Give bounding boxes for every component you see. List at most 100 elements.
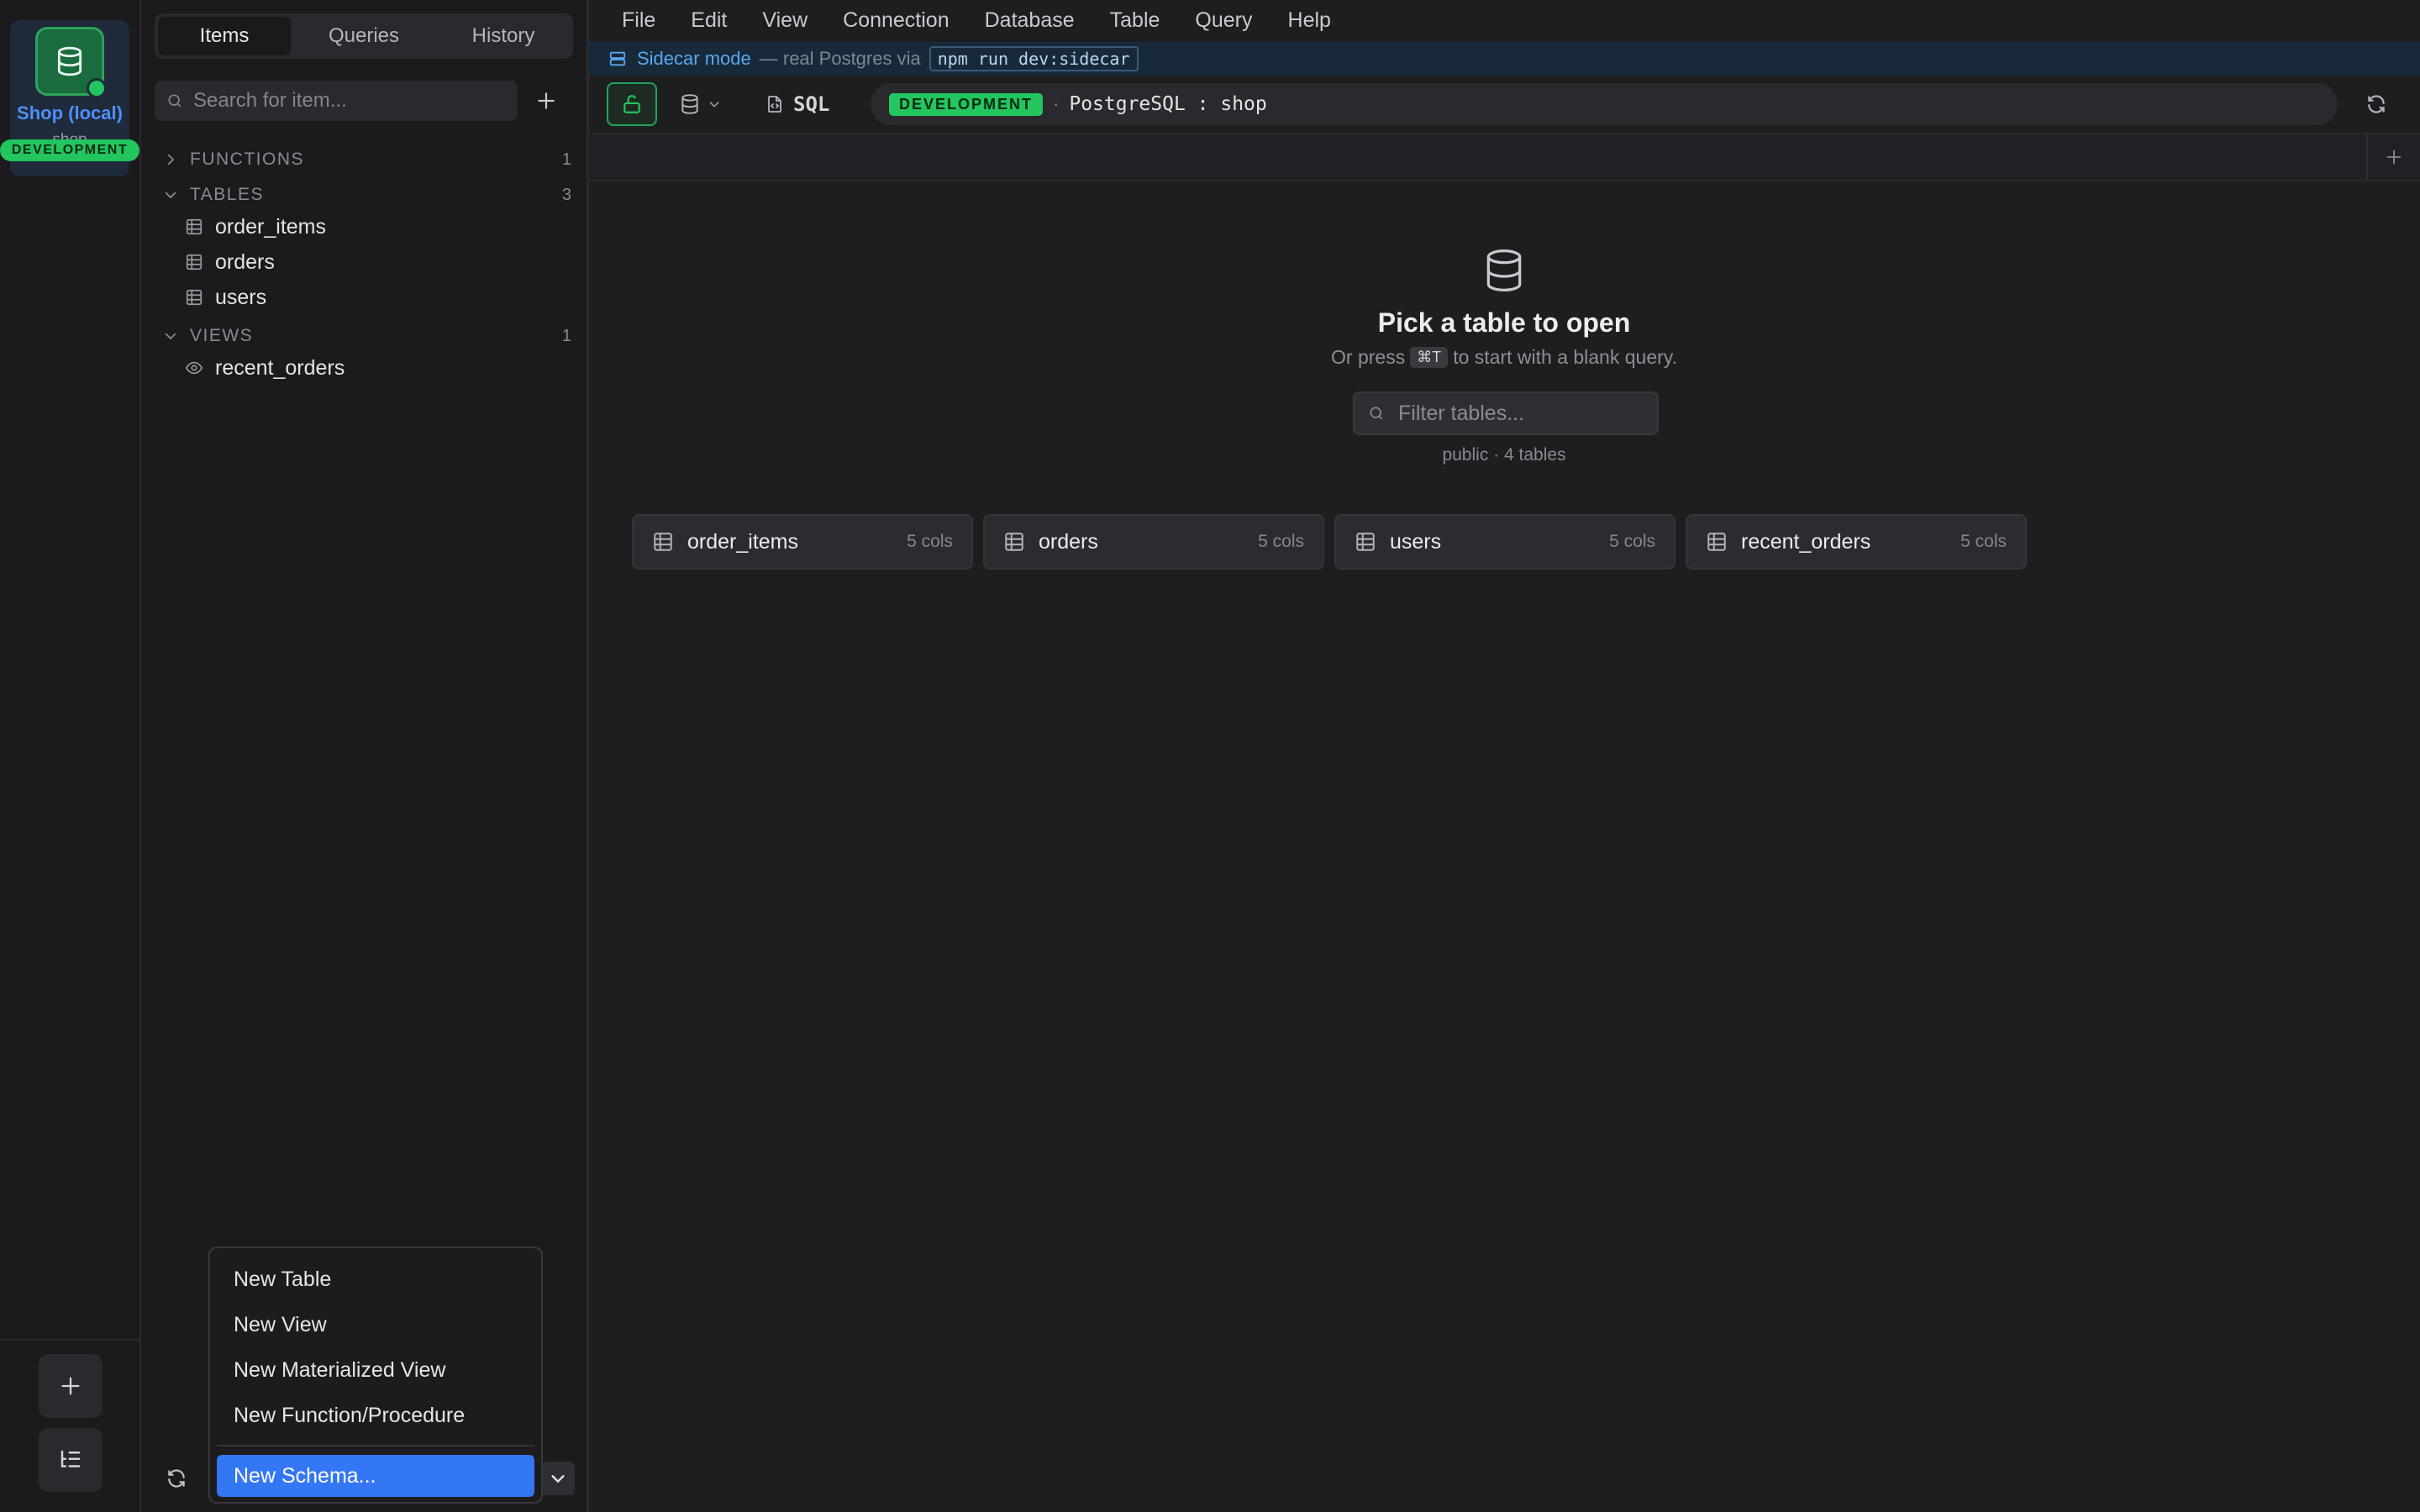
table-card-cols: 5 cols: [1960, 532, 2007, 551]
file-code-icon: [768, 96, 781, 113]
tree-item-view[interactable]: recent_orders: [185, 351, 571, 385]
schema-info: public · 4 tables: [1442, 445, 1566, 465]
tree-item-label: orders: [215, 249, 275, 274]
refresh-icon: [2368, 95, 2385, 113]
menu-edit[interactable]: Edit: [691, 8, 727, 33]
chevron-down-icon: [165, 192, 176, 199]
tree-item-label: order_items: [215, 214, 326, 239]
filter-tables-input[interactable]: [1355, 393, 1657, 433]
connection-rail: Shop (local) shop DEVELOPMENT: [0, 0, 141, 1512]
chevron-down-icon: [709, 102, 719, 108]
plus-icon: [2386, 150, 2402, 165]
add-item-button[interactable]: [529, 84, 563, 118]
group-label: FUNCTIONS: [190, 150, 304, 169]
rail-divider: [0, 1339, 139, 1341]
subtitle-suffix: to start with a blank query.: [1453, 346, 1677, 368]
banner-title: Sidecar mode: [637, 48, 751, 69]
reload-button[interactable]: [2363, 91, 2390, 118]
group-views[interactable]: VIEWS 1: [163, 321, 571, 351]
group-label: VIEWS: [190, 326, 254, 345]
tab-items[interactable]: Items: [158, 17, 291, 55]
group-functions[interactable]: FUNCTIONS 1: [163, 144, 571, 175]
table-icon: [1005, 533, 1023, 551]
connection-string: PostgreSQL : shop: [1069, 93, 1267, 115]
database-icon: [681, 94, 698, 114]
connection-name: Shop (local): [17, 102, 123, 123]
table-icon: [1707, 533, 1726, 551]
table-card[interactable]: users 5 cols: [1334, 514, 1676, 570]
banner-command: npm run dev:sidecar: [929, 46, 1139, 71]
tab-queries[interactable]: Queries: [297, 17, 430, 55]
table-card[interactable]: order_items 5 cols: [632, 514, 973, 570]
menu-item-new-function[interactable]: New Function/Procedure: [217, 1394, 534, 1436]
tree-item-label: recent_orders: [215, 355, 345, 380]
read-only-toggle-button[interactable]: [607, 82, 657, 126]
search-icon: [168, 94, 182, 108]
menu-item-new-view[interactable]: New View: [217, 1304, 534, 1346]
menu-database[interactable]: Database: [985, 8, 1075, 33]
table-card-name: recent_orders: [1741, 529, 1871, 554]
table-icon: [1356, 533, 1375, 551]
table-card-name: orders: [1039, 529, 1098, 554]
table-card-cols: 5 cols: [1609, 532, 1655, 551]
tree-item-table[interactable]: orders: [185, 245, 571, 279]
database-icon: [57, 46, 82, 76]
refresh-icon: [168, 1469, 185, 1488]
sql-editor-button[interactable]: SQL: [765, 86, 829, 123]
table-icon: [186, 254, 203, 270]
server-icon: [609, 51, 626, 66]
environment-badge: DEVELOPMENT: [0, 139, 139, 161]
search-box: [155, 81, 518, 121]
new-tab-button[interactable]: [2366, 134, 2420, 180]
group-tables[interactable]: TABLES 3: [163, 180, 571, 210]
table-card-cols: 5 cols: [907, 532, 953, 551]
group-count: 3: [561, 185, 571, 204]
connection-avatar: [35, 27, 107, 98]
table-card[interactable]: recent_orders 5 cols: [1686, 514, 2027, 570]
subtitle-prefix: Or press: [1331, 346, 1406, 368]
add-connection-button[interactable]: [39, 1354, 103, 1418]
group-count: 1: [561, 326, 571, 345]
table-card-name: users: [1390, 529, 1442, 554]
table-icon: [654, 533, 672, 551]
menu-query[interactable]: Query: [1195, 8, 1252, 33]
menu-table[interactable]: Table: [1110, 8, 1160, 33]
connection-list-button[interactable]: [39, 1428, 103, 1492]
connection-separator: ·: [1053, 93, 1060, 114]
plus-icon: [61, 1377, 80, 1395]
connection-bar[interactable]: DEVELOPMENT · PostgreSQL : shop: [871, 83, 2338, 125]
table-icon: [186, 218, 203, 235]
connection-status-dot: [87, 78, 107, 98]
toolbar: SQL DEVELOPMENT · PostgreSQL : shop: [588, 76, 2420, 133]
sidecar-banner: Sidecar mode — real Postgres via npm run…: [588, 42, 2420, 76]
database-selector[interactable]: [679, 87, 721, 121]
environment-badge: DEVELOPMENT: [889, 92, 1044, 116]
chevron-right-icon: [167, 154, 175, 165]
tab-history[interactable]: History: [437, 17, 570, 55]
sql-label: SQL: [793, 92, 830, 116]
tree-item-table[interactable]: users: [185, 281, 571, 314]
list-tree-icon: [60, 1450, 81, 1467]
table-card-name: order_items: [687, 529, 798, 554]
chevron-down-icon: [551, 1475, 565, 1483]
new-item-menu-toggle[interactable]: [541, 1462, 575, 1495]
database-icon: [1486, 249, 1522, 291]
empty-state-title: Pick a table to open: [1377, 307, 1631, 338]
menu-connection[interactable]: Connection: [843, 8, 949, 33]
menu-item-new-table[interactable]: New Table: [217, 1258, 534, 1300]
menu-item-new-materialized-view[interactable]: New Materialized View: [217, 1349, 534, 1391]
table-card[interactable]: orders 5 cols: [983, 514, 1324, 570]
search-icon: [1370, 407, 1383, 420]
menu-bar: File Edit View Connection Database Table…: [588, 0, 2420, 40]
chevron-down-icon: [165, 333, 176, 340]
menu-help[interactable]: Help: [1288, 8, 1331, 33]
menu-item-new-schema[interactable]: New Schema...: [217, 1455, 534, 1497]
table-card-cols: 5 cols: [1258, 532, 1304, 551]
menu-view[interactable]: View: [762, 8, 808, 33]
menu-file[interactable]: File: [622, 8, 655, 33]
search-input[interactable]: [155, 81, 518, 121]
new-item-dropdown: New Table New View New Materialized View…: [208, 1247, 543, 1504]
refresh-button[interactable]: [163, 1465, 190, 1492]
group-count: 1: [561, 150, 571, 169]
tree-item-table[interactable]: order_items: [185, 210, 571, 244]
